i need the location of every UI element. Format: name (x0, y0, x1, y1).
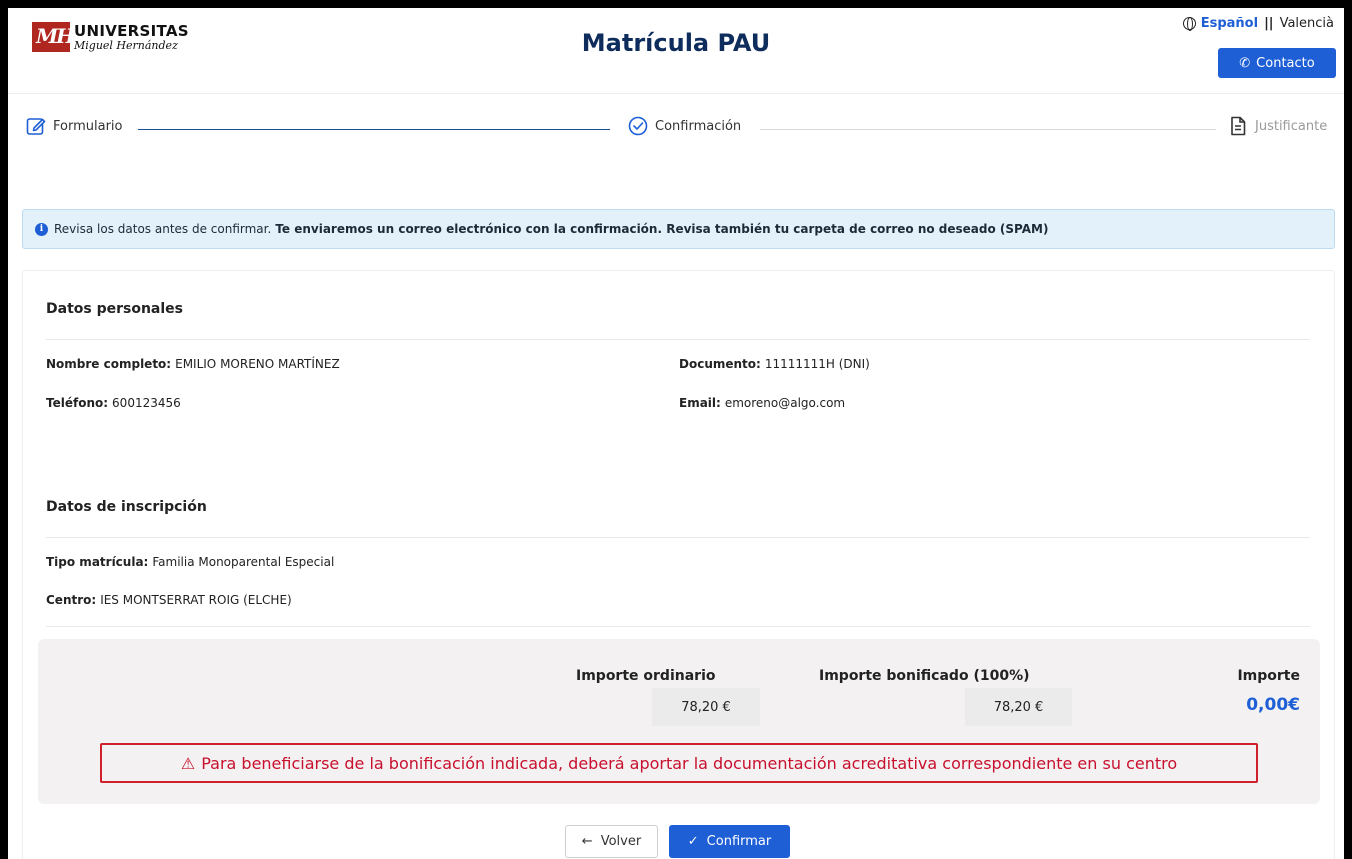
enrollment-type-label: Tipo matrícula: (46, 555, 149, 569)
arrow-left-icon: ← (581, 834, 593, 849)
warning-icon: ⚠ (180, 753, 196, 773)
header: MH UNIVERSITAS Miguel Hernández Matrícul… (8, 8, 1344, 94)
ordinary-amount-value: 78,20 € (652, 688, 760, 726)
document-label: Documento: (679, 357, 761, 371)
alert-text: Revisa los datos antes de confirmar. (54, 222, 272, 236)
divider (46, 339, 1310, 340)
step-label-justificante: Justificante (1255, 118, 1328, 134)
field-email: Email: emoreno@algo.com (679, 396, 845, 410)
warning-text: Para beneficiarse de la bonificación ind… (201, 753, 1178, 773)
bonus-warning: ⚠ Para beneficiarse de la bonificación i… (100, 743, 1258, 783)
page-title: Matrícula PAU (581, 29, 771, 57)
language-switcher: Español || Valencià (1182, 16, 1334, 31)
alert-bold-text: Te enviaremos un correo electrónico con … (275, 222, 1049, 236)
stepper: Formulario Confirmación Justificante (8, 116, 1344, 142)
personal-data-title: Datos personales (46, 301, 183, 317)
step-confirmacion[interactable]: Confirmación (622, 116, 748, 136)
step-justificante[interactable]: Justificante (1222, 116, 1328, 136)
divider (46, 626, 1310, 627)
check-icon: ✓ (687, 834, 699, 849)
field-phone: Teléfono: 600123456 (46, 396, 181, 410)
enrollment-type-value: Familia Monoparental Especial (152, 555, 335, 569)
page-frame: MH UNIVERSITAS Miguel Hernández Matrícul… (8, 8, 1344, 859)
back-button[interactable]: ← Volver (565, 825, 658, 858)
center-value: IES MONTSERRAT ROIG (ELCHE) (100, 593, 292, 607)
confirm-label: Confirmar (706, 834, 772, 849)
step-line-pending (760, 129, 1216, 130)
field-full-name: Nombre completo: EMILIO MORENO MARTÍNEZ (46, 357, 340, 371)
document-value: 11111111H (DNI) (764, 357, 870, 371)
step-line-completed (138, 129, 610, 130)
info-alert: i Revisa los datos antes de confirmar. T… (22, 209, 1335, 249)
total-amount-label: Importe (1237, 668, 1300, 684)
inscription-data-title: Datos de inscripción (46, 499, 207, 515)
language-separator: || (1264, 16, 1274, 31)
info-icon: i (35, 222, 48, 236)
bonus-amount-label: Importe bonificado (100%) (819, 668, 1030, 684)
globe-icon (1182, 17, 1196, 31)
edit-icon (26, 118, 46, 135)
field-document: Documento: 11111111H (DNI) (679, 357, 870, 371)
step-label-confirmacion: Confirmación (655, 118, 742, 134)
full-name-value: EMILIO MORENO MARTÍNEZ (175, 357, 340, 371)
phone-value: 600123456 (112, 396, 181, 410)
step-formulario[interactable]: Formulario (26, 116, 123, 136)
contact-label: Contacto (1256, 55, 1315, 71)
total-amount-value: 0,00€ (1246, 695, 1300, 715)
back-label: Volver (600, 834, 642, 849)
language-va[interactable]: Valencià (1280, 16, 1334, 31)
ordinary-amount-label: Importe ordinario (576, 668, 716, 684)
amount-summary: Importe ordinario 78,20 € Importe bonifi… (38, 639, 1320, 804)
phone-label: Teléfono: (46, 396, 109, 410)
phone-icon: ✆ (1239, 55, 1251, 71)
divider (46, 537, 1310, 538)
step-label-formulario: Formulario (53, 118, 123, 134)
full-name-label: Nombre completo: (46, 357, 172, 371)
document-icon (1231, 116, 1246, 136)
bonus-amount-value: 78,20 € (965, 688, 1072, 726)
confirm-button[interactable]: ✓ Confirmar (669, 825, 790, 858)
check-circle-icon (628, 116, 648, 136)
summary-card: Datos personales Nombre completo: EMILIO … (22, 270, 1335, 859)
center-label: Centro: (46, 593, 97, 607)
language-es[interactable]: Español (1201, 16, 1258, 31)
contact-button[interactable]: ✆ Contacto (1218, 48, 1336, 78)
email-value: emoreno@algo.com (724, 396, 846, 410)
email-label: Email: (679, 396, 721, 410)
field-enrollment-type: Tipo matrícula: Familia Monoparental Espe… (46, 555, 334, 569)
field-center: Centro: IES MONTSERRAT ROIG (ELCHE) (46, 593, 292, 607)
